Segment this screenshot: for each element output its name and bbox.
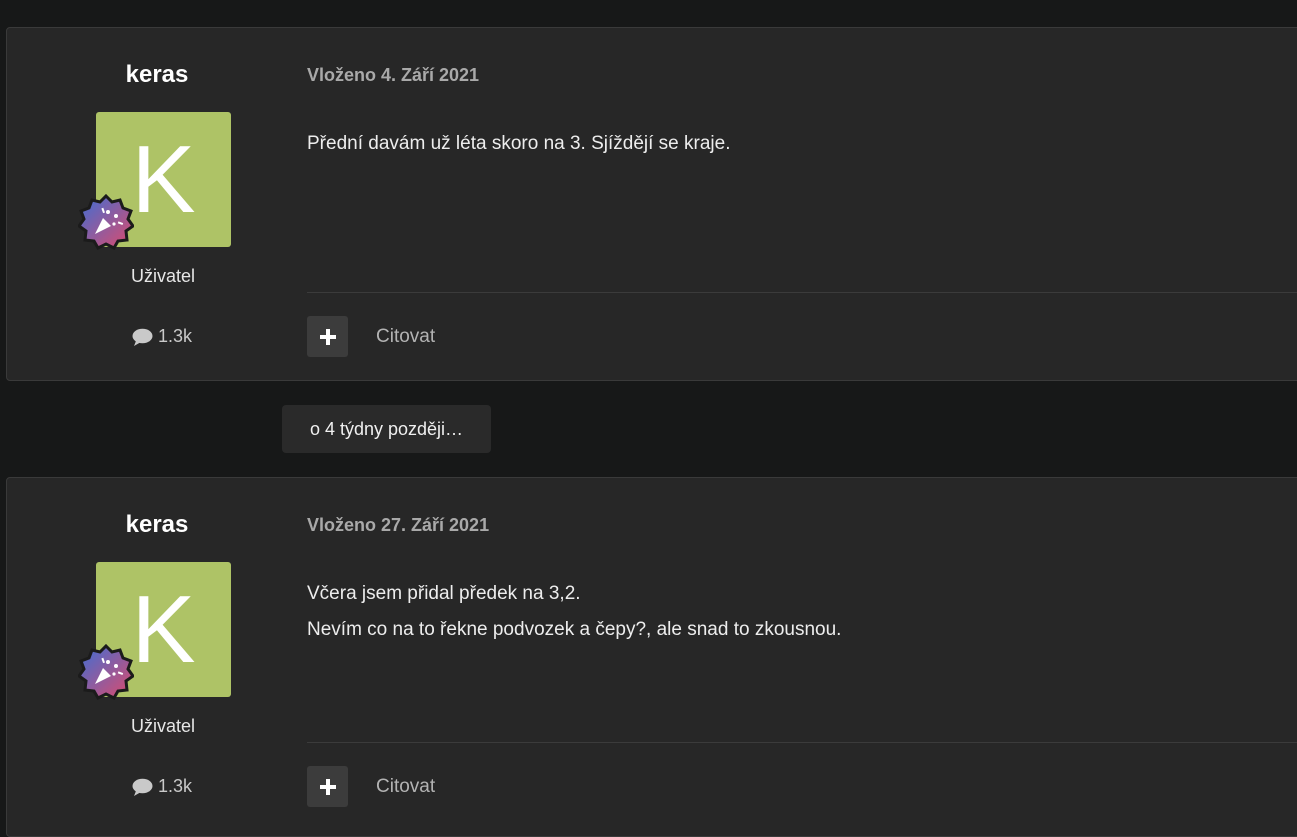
author-post-count: 1.3k bbox=[132, 326, 192, 347]
author-role: Uživatel bbox=[130, 266, 196, 286]
post-card: keras K Uživatel 1.3k bbox=[6, 477, 1297, 837]
post-body-line: Nevím co na to řekne podvozek a čepy?, a… bbox=[307, 619, 842, 640]
post-date[interactable]: Vloženo 4. Září 2021 bbox=[307, 65, 479, 86]
add-reaction-button[interactable] bbox=[307, 316, 348, 357]
post-date[interactable]: Vloženo 27. Září 2021 bbox=[307, 515, 489, 536]
quote-button[interactable]: Citovat bbox=[376, 326, 435, 348]
post-body-line: Přední davám už léta skoro na 3. Sjížděj… bbox=[307, 133, 731, 154]
author-name-link[interactable]: keras bbox=[7, 61, 307, 89]
speech-bubble-icon bbox=[132, 328, 153, 346]
post-content: Vloženo 27. Září 2021 Včera jsem přidal … bbox=[307, 478, 1297, 836]
quote-button[interactable]: Citovat bbox=[376, 776, 435, 798]
party-popper-icon bbox=[78, 644, 134, 700]
add-reaction-button[interactable] bbox=[307, 766, 348, 807]
post-body-line: Včera jsem přidal předek na 3,2. bbox=[307, 583, 581, 604]
post-card: keras K Uživatel 1.3k bbox=[6, 27, 1297, 381]
post-count-value: 1.3k bbox=[158, 326, 193, 346]
post-content: Vloženo 4. Září 2021 Přední davám už lét… bbox=[307, 28, 1297, 380]
author-name-link[interactable]: keras bbox=[7, 511, 307, 539]
post-body: Přední davám už léta skoro na 3. Sjížděj… bbox=[307, 126, 731, 162]
plus-icon bbox=[319, 778, 336, 795]
author-post-count: 1.3k bbox=[132, 776, 192, 797]
speech-bubble-icon bbox=[132, 778, 153, 796]
post-count-value: 1.3k bbox=[158, 776, 193, 796]
author-role: Uživatel bbox=[130, 716, 196, 736]
post-divider bbox=[307, 742, 1297, 743]
time-gap-indicator: o 4 týdny později… bbox=[282, 405, 491, 453]
post-divider bbox=[307, 292, 1297, 293]
post-body: Včera jsem přidal předek na 3,2. Nevím c… bbox=[307, 576, 841, 648]
plus-icon bbox=[319, 328, 336, 345]
party-popper-icon bbox=[78, 194, 134, 250]
